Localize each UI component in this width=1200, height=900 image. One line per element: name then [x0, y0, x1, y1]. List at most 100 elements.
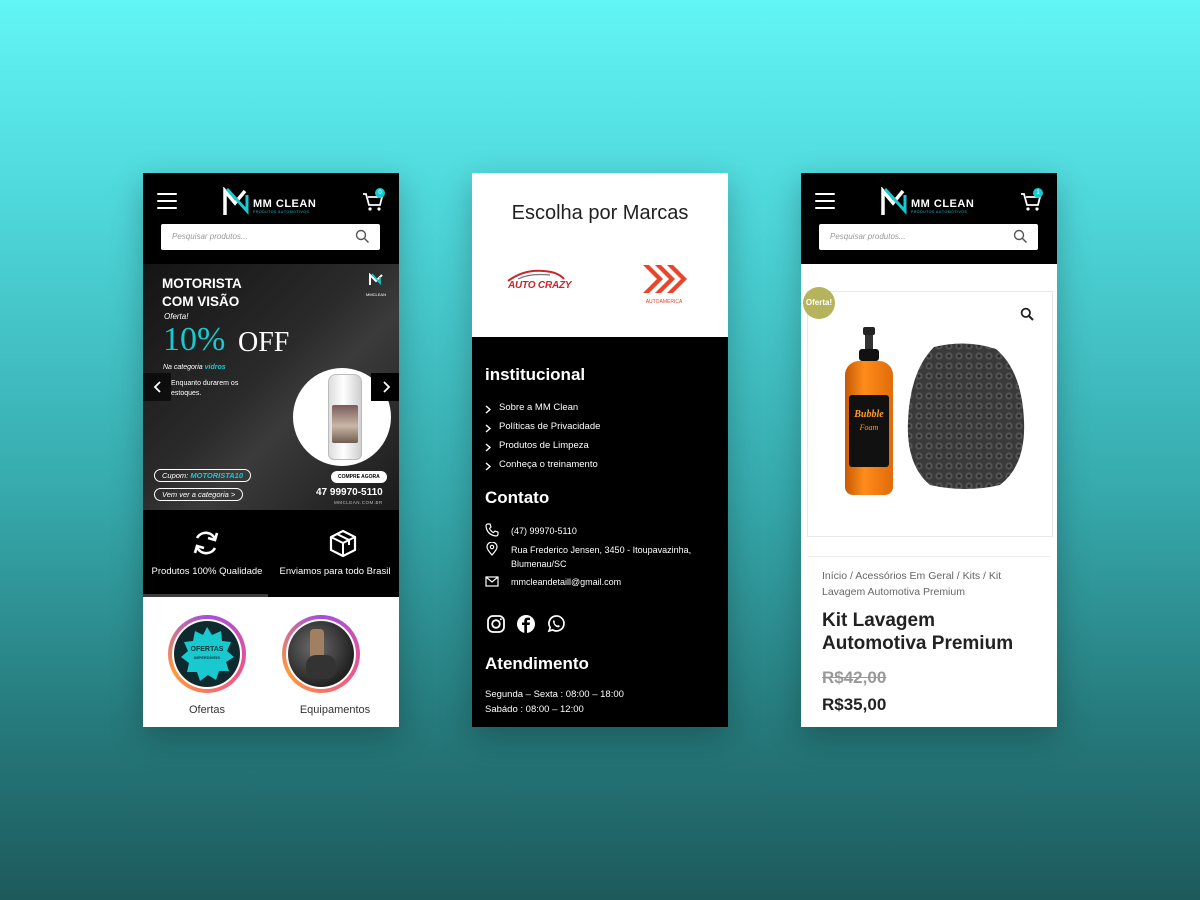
banner-while-text: Enquanto durarem os estoques.	[171, 380, 239, 397]
banner-category-name: vidros	[204, 364, 226, 371]
autoamerica-text: AUTOAMERICA	[645, 299, 683, 305]
banner-logo-text: MMCLEAN	[365, 292, 386, 297]
zoom-icon[interactable]	[1020, 307, 1034, 321]
see-category-link[interactable]: Vem ver a categoria >	[154, 488, 244, 501]
address-line1: Rua Frederico Jensen, 3450 - Itoupavazin…	[511, 545, 692, 555]
chevron-left-icon	[153, 381, 161, 393]
banner-phone: 47 99970-5110	[316, 487, 383, 498]
link-produtos-limpeza-label: Produtos de Limpeza	[499, 440, 589, 451]
hours-saturday: Sabádo : 08:00 – 12:00	[485, 704, 584, 715]
banner-site: MMCLEAN.COM.BR	[334, 500, 383, 505]
ofertas-badge-line1: OFERTAS	[190, 646, 224, 653]
ofertas-badge-line2: IMPERDÍVEIS	[194, 655, 220, 660]
equipment-body	[306, 655, 336, 679]
logo-mark-icon	[881, 186, 907, 215]
banner-title-line2: COM VISÃO	[162, 294, 240, 309]
hours-weekdays: Segunda – Sexta : 08:00 – 18:00	[485, 689, 624, 700]
autoamerica-chevrons-icon	[643, 265, 687, 293]
category-equipamentos-label: Equipamentos	[299, 704, 371, 716]
category-row: OFERTAS IMPERDÍVEIS Ofertas Equipamentos	[143, 597, 399, 727]
old-price: R$42,00	[822, 668, 887, 687]
category-ring-inner: OFERTAS IMPERDÍVEIS	[172, 619, 242, 689]
phone-icon	[485, 523, 499, 537]
ofertas-badge-image: OFERTAS IMPERDÍVEIS	[174, 621, 240, 687]
logo-text: MM CLEAN	[253, 198, 317, 210]
site-header: MM CLEAN PRODUTOS AUTOMOTIVOS 1 Pesquisa…	[801, 173, 1057, 264]
banner-percent: 10%	[163, 321, 226, 358]
search-icon[interactable]	[1013, 229, 1028, 244]
chevron-right-icon	[485, 443, 492, 452]
logo[interactable]: MM CLEAN PRODUTOS AUTOMOTIVOS	[223, 186, 323, 217]
glass-cleaner-bottle	[328, 374, 362, 460]
feature-shipping: Enviamos para todo Brasil	[271, 510, 399, 597]
banner-title: MOTORISTA COM VISÃO	[162, 275, 242, 311]
category-ring-inner	[286, 619, 356, 689]
address-line2: Blumenau/SC	[511, 559, 567, 569]
box-icon	[329, 529, 357, 558]
refresh-icon	[193, 531, 219, 555]
brands-section: Escolha por Marcas AUTO CRAZY AUTOAMERIC…	[472, 173, 728, 337]
chevron-right-icon	[485, 424, 492, 433]
carousel-next-button[interactable]	[371, 373, 399, 401]
bottle-label-line1: Bubble	[854, 409, 884, 420]
chevron-right-icon	[485, 405, 492, 414]
contact-email-text: mmcleandetaill@gmail.com	[511, 577, 622, 587]
bottle-label	[332, 405, 358, 443]
bottle-cap	[859, 349, 879, 361]
menu-icon[interactable]	[815, 193, 835, 211]
bottle-label: Bubble Foam	[849, 395, 889, 467]
phone-home: MM CLEAN PRODUTOS AUTOMOTIVOS 0 Pesquisa…	[143, 173, 399, 727]
contact-phone-text: (47) 99970-5110	[511, 526, 577, 536]
logo[interactable]: MM CLEAN PRODUTOS AUTOMOTIVOS	[881, 186, 981, 217]
cart-count-badge: 1	[1033, 188, 1043, 198]
phone-product: MM CLEAN PRODUTOS AUTOMOTIVOS 1 Pesquisa…	[801, 173, 1057, 727]
feature-quality: Produtos 100% Qualidade	[143, 510, 271, 597]
ofertas-badge-text: OFERTAS IMPERDÍVEIS	[174, 646, 240, 662]
banner-logo: MMCLEAN	[361, 272, 391, 297]
wash-mitt-image	[907, 343, 1025, 489]
feature-quality-label: Produtos 100% Qualidade	[151, 566, 263, 577]
category-ring	[282, 615, 360, 693]
chevron-right-icon	[485, 462, 492, 471]
institucional-heading: institucional	[485, 365, 586, 384]
features-strip: Produtos 100% Qualidade Enviamos para to…	[143, 510, 399, 597]
breadcrumb[interactable]: Início / Acessórios Em Geral / Kits / Ki…	[822, 568, 1037, 600]
chevron-right-icon	[383, 381, 391, 393]
carousel-prev-button[interactable]	[143, 373, 171, 401]
brands-title: Escolha por Marcas	[511, 202, 689, 224]
coupon-code: MOTORISTA10	[190, 471, 244, 480]
search-icon[interactable]	[355, 229, 370, 244]
logo-mark-icon	[223, 186, 249, 215]
atendimento-heading: Atendimento	[485, 654, 589, 673]
bottle-label-line2: Foam	[859, 423, 879, 432]
brand-autoamerica[interactable]: AUTOAMERICA	[639, 261, 689, 307]
menu-icon[interactable]	[157, 193, 177, 211]
banner-oferta: Oferta!	[164, 312, 189, 321]
coupon-pill: Cupom: MOTORISTA10	[154, 469, 252, 482]
link-treinamento-label: Conheça o treinamento	[499, 459, 598, 470]
banner-category-prefix: Na categoria	[163, 364, 205, 371]
whatsapp-icon[interactable]	[546, 614, 566, 634]
search-input[interactable]: Pesquisar produtos...	[819, 224, 1038, 250]
coupon-prefix: Cupom:	[162, 471, 191, 480]
contact-address-text: Rua Frederico Jensen, 3450 - Itoupavazin…	[511, 543, 691, 571]
link-sobre-label: Sobre a MM Clean	[499, 402, 579, 413]
banner-category: Na categoria vidros	[163, 364, 226, 371]
pump-stem	[865, 335, 873, 349]
site-header: MM CLEAN PRODUTOS AUTOMOTIVOS 0 Pesquisa…	[143, 173, 399, 264]
facebook-icon[interactable]	[516, 614, 536, 634]
offer-badge: Oferta!	[803, 287, 835, 319]
location-pin-icon	[486, 542, 498, 556]
link-privacidade-label: Políticas de Privacidade	[499, 421, 601, 432]
contato-heading: Contato	[485, 488, 550, 507]
instagram-icon[interactable]	[486, 614, 506, 634]
bottle-body: Bubble Foam	[845, 361, 893, 495]
search-input[interactable]: Pesquisar produtos...	[161, 224, 380, 250]
category-ring: OFERTAS IMPERDÍVEIS	[168, 615, 246, 693]
buy-now-button[interactable]: COMPRE AGORA	[331, 471, 387, 483]
logo-text: MM CLEAN	[911, 198, 975, 210]
logo-subtitle: PRODUTOS AUTOMOTIVOS	[911, 210, 968, 214]
brand-autocrazy[interactable]: AUTO CRAZY	[504, 267, 572, 297]
category-ofertas-label: Ofertas	[188, 704, 226, 716]
promo-banner[interactable]: MOTORISTA COM VISÃO MMCLEAN Oferta! 10% …	[143, 264, 399, 510]
